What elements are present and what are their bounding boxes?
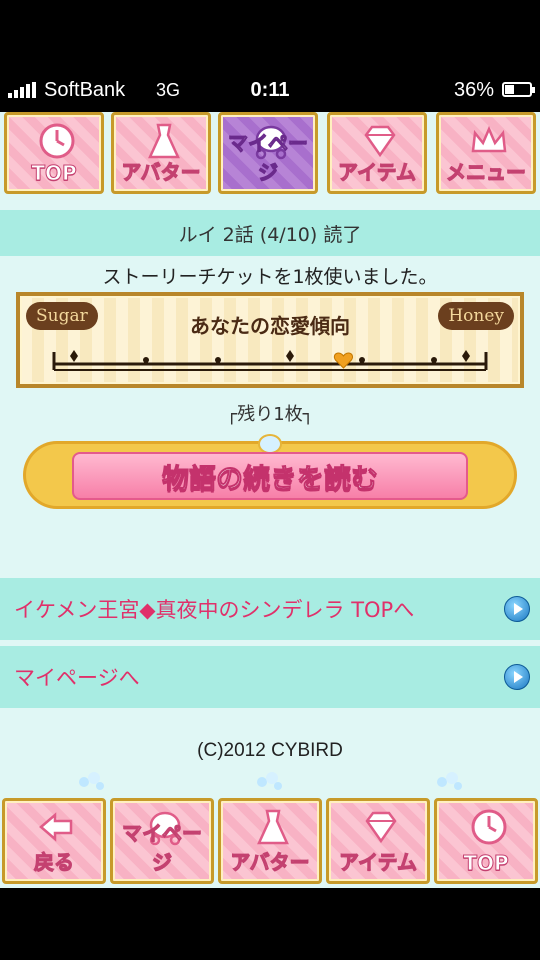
arrow-right-circle-icon: [504, 664, 530, 690]
top-nav-label: アバター: [121, 160, 201, 185]
clock-icon: [471, 809, 507, 845]
bottom-nav-avatar-button[interactable]: アバター: [218, 798, 322, 884]
top-nav-label: メニュー: [446, 160, 527, 185]
mypage-link-label: マイページへ: [14, 666, 140, 690]
page-content: TOP アバター マイページ アイテム メニュー ルイ 2話 (4/10) 読了…: [0, 112, 540, 888]
mypage-link[interactable]: マイページへ: [0, 646, 540, 708]
bottom-nav-top-button[interactable]: TOP: [434, 798, 538, 884]
copyright: (C)2012 CYBIRD: [197, 740, 343, 761]
bottom-nav-label: アイテム: [339, 850, 418, 875]
top-nav-avatar-button[interactable]: アバター: [111, 112, 211, 194]
top-nav-label: アイテム: [338, 160, 417, 185]
status-bar: SoftBank 3G 0:11 36%: [0, 70, 540, 112]
top-nav: TOP アバター マイページ アイテム メニュー: [0, 112, 540, 196]
bottom-nav-label: マイページ: [122, 821, 203, 875]
top-nav-menu-button[interactable]: メニュー: [436, 112, 536, 194]
top-nav-item-button[interactable]: アイテム: [327, 112, 427, 194]
battery-icon: [502, 82, 535, 97]
back-arrow-icon: [39, 812, 73, 842]
bottom-nav-back-button[interactable]: 戻る: [2, 798, 106, 884]
continue-reading-label: 物語の続きを読む: [162, 463, 379, 495]
love-meter-scale: [52, 350, 488, 371]
gem-decoration-icon: [258, 434, 282, 454]
bottom-nav-item-button[interactable]: アイテム: [326, 798, 430, 884]
top-nav-label: TOP: [31, 161, 77, 186]
sparkle-decoration-icon: [79, 772, 104, 790]
bottom-nav: 戻る マイページ アバター アイテム TOP: [0, 798, 540, 886]
bottom-nav-label: アバター: [230, 850, 310, 875]
story-title: ルイ 2話 (4/10) 読了: [178, 223, 362, 246]
battery-percent: 36%: [453, 79, 494, 101]
continue-reading-pill: 物語の続きを読む: [72, 452, 468, 500]
love-tendency-meter: Sugar Honey あなたの恋愛傾向: [16, 292, 524, 388]
sparkle-decoration-icon: [437, 772, 462, 790]
crown-icon: [471, 125, 507, 153]
ticket-used-notice: ストーリーチケットを1枚使いました。: [102, 266, 438, 288]
diamond-icon: [364, 125, 396, 158]
clock-icon: [39, 123, 75, 159]
heart-marker: [333, 352, 353, 369]
arrow-right-circle-icon: [504, 596, 530, 622]
dress-icon: [257, 809, 289, 845]
love-meter-title: あなたの恋愛傾向: [190, 314, 350, 338]
remaining-tickets: ┌残り1枚┐: [226, 404, 314, 425]
diamond-icon: [365, 811, 397, 844]
story-title-bar: ルイ 2話 (4/10) 読了: [0, 210, 540, 256]
top-nav-top-button[interactable]: TOP: [4, 112, 104, 194]
dress-icon: [148, 123, 180, 159]
bottom-nav-mypage-button[interactable]: マイページ: [110, 798, 214, 884]
game-top-link[interactable]: イケメン王宮◆真夜中のシンデレラ TOPへ: [0, 578, 540, 640]
game-top-link-label: イケメン王宮◆真夜中のシンデレラ TOPへ: [14, 598, 415, 622]
continue-reading-button[interactable]: 物語の続きを読む: [26, 424, 514, 524]
bottom-nav-label: TOP: [463, 851, 509, 876]
top-nav-mypage-button[interactable]: マイページ: [218, 112, 318, 194]
top-nav-label: マイページ: [228, 131, 309, 185]
sparkle-decoration-icon: [257, 772, 282, 790]
bottom-nav-label: 戻る: [34, 850, 75, 875]
